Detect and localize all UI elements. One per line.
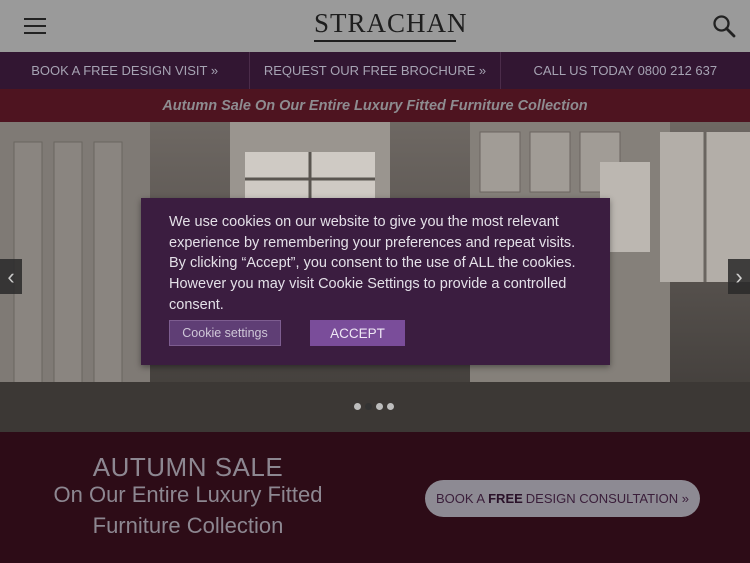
menu-bar: [24, 25, 46, 27]
menu-bar: [24, 32, 46, 34]
strachan-logo[interactable]: STRACHAN: [314, 8, 467, 42]
site-header: STRACHAN: [0, 0, 750, 52]
slider-pagination: [354, 403, 394, 410]
sale-subtitle-line1: On Our Entire Luxury Fitted: [53, 482, 323, 507]
nav-call-us[interactable]: CALL US TODAY 0800 212 637: [501, 52, 750, 89]
book-consultation-suffix: DESIGN CONSULTATION »: [525, 491, 690, 506]
cookie-consent-dialog: We use cookies on our website to give yo…: [141, 198, 610, 365]
sale-subtitle: On Our Entire Luxury Fitted Furniture Co…: [40, 479, 336, 541]
menu-bar: [24, 18, 46, 20]
cookie-settings-button[interactable]: Cookie settings: [169, 320, 281, 346]
slider-next-button[interactable]: ›: [728, 259, 750, 294]
search-icon[interactable]: [712, 14, 736, 38]
top-nav: BOOK A FREE DESIGN VISIT » REQUEST OUR F…: [0, 52, 750, 89]
accept-cookies-button[interactable]: ACCEPT: [310, 320, 405, 346]
promo-banner[interactable]: Autumn Sale On Our Entire Luxury Fitted …: [0, 89, 750, 122]
sale-banner: AUTUMN SALE On Our Entire Luxury Fitted …: [0, 432, 750, 563]
sale-subtitle-line2: Furniture Collection: [92, 513, 284, 538]
nav-book-design-visit[interactable]: BOOK A FREE DESIGN VISIT »: [0, 52, 251, 89]
book-consultation-prefix: BOOK A: [435, 491, 486, 506]
chevron-left-icon: ‹: [7, 263, 15, 289]
slider-dot[interactable]: [376, 403, 383, 410]
cookie-message: We use cookies on our website to give yo…: [169, 214, 576, 313]
chevron-right-icon: ›: [735, 263, 743, 289]
hamburger-menu-button[interactable]: [24, 17, 46, 35]
book-consultation-bold: FREE: [488, 491, 523, 506]
slider-dot-active[interactable]: [365, 403, 372, 410]
slider-dot[interactable]: [354, 403, 361, 410]
slider-dot[interactable]: [387, 403, 394, 410]
nav-request-brochure[interactable]: REQUEST OUR FREE BROCHURE »: [250, 52, 501, 89]
book-consultation-button[interactable]: BOOK A FREE DESIGN CONSULTATION »: [425, 480, 700, 517]
slider-prev-button[interactable]: ‹: [0, 259, 22, 294]
